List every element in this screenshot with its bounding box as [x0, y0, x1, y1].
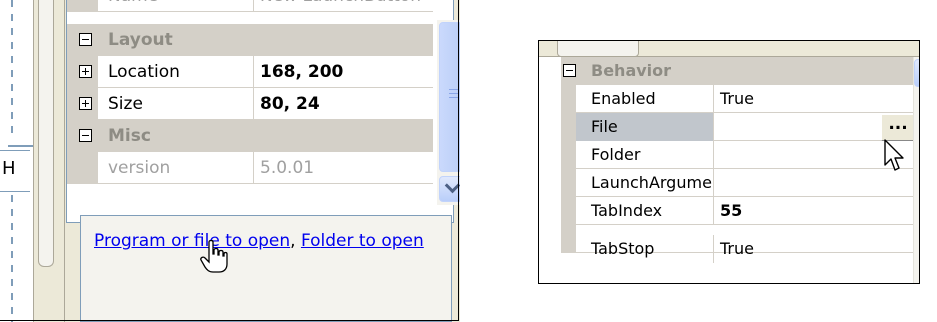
property-row-launch-arguments[interactable]: LaunchArgume: [561, 169, 919, 197]
toolbar-tab[interactable]: [557, 41, 639, 57]
row-gutter: [561, 113, 576, 140]
row-gutter: [561, 141, 576, 168]
property-value[interactable]: [713, 113, 885, 141]
row-gutter: [561, 225, 576, 252]
property-value[interactable]: True: [713, 235, 885, 263]
property-name: LaunchArgume: [591, 173, 712, 192]
minus-box-icon[interactable]: [563, 64, 576, 77]
row-gutter: [561, 85, 576, 112]
property-name: Folder: [591, 145, 641, 164]
row-gutter: [561, 197, 576, 224]
property-value[interactable]: [713, 141, 885, 169]
property-grid: Behavior Enabled True File ... Folder La…: [561, 57, 919, 283]
property-name: TabStop: [591, 239, 655, 258]
arrow-pointer-icon: [884, 139, 904, 171]
properties-window-right: Behavior Enabled True File ... Folder La…: [538, 40, 920, 284]
scroll-up-button[interactable]: [914, 59, 919, 87]
browse-button[interactable]: ...: [881, 114, 915, 141]
property-value[interactable]: True: [713, 85, 885, 113]
properties-window-left: H Name New LaunchButton Layout Location …: [0, 0, 460, 322]
property-name: Enabled: [591, 89, 656, 108]
property-row-folder[interactable]: Folder: [561, 141, 919, 169]
category-label: Behavior: [591, 61, 672, 80]
panel-border: [0, 0, 459, 321]
property-grid-scrollbar[interactable]: [913, 57, 919, 283]
property-row-enabled[interactable]: Enabled True: [561, 85, 919, 113]
property-value[interactable]: 55: [713, 197, 885, 225]
toolbar-edge: [539, 41, 919, 57]
row-gutter: [561, 169, 576, 196]
category-behavior[interactable]: Behavior: [561, 57, 919, 85]
property-row-tabstop[interactable]: TabStop True: [561, 225, 919, 263]
property-value[interactable]: [713, 169, 885, 197]
property-row-file[interactable]: File ...: [561, 113, 919, 141]
property-name: File: [591, 117, 618, 136]
property-name: TabIndex: [591, 201, 663, 220]
property-row-tabindex[interactable]: TabIndex 55: [561, 197, 919, 225]
